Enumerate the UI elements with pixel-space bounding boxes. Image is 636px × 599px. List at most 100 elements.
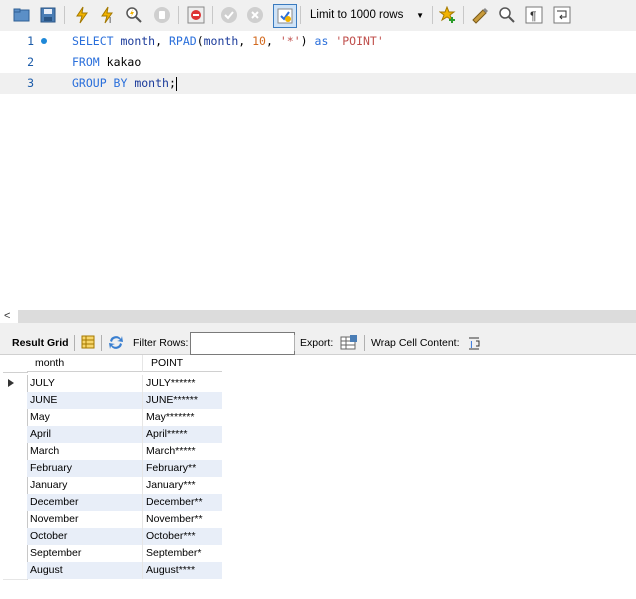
table-cell[interactable]: November <box>27 511 143 528</box>
table-cell[interactable]: February <box>27 460 143 477</box>
current-row-icon <box>8 379 14 387</box>
find-icon[interactable] <box>497 5 517 25</box>
autocommit-icon[interactable] <box>273 4 297 28</box>
table-cell[interactable]: JUNE <box>27 392 143 409</box>
export-label: Export: <box>300 337 334 349</box>
favorite-icon[interactable] <box>438 5 458 25</box>
table-cell[interactable]: October <box>27 528 143 545</box>
table-cell[interactable]: March <box>27 443 143 460</box>
horizontal-scrollbar[interactable] <box>18 310 636 323</box>
table-cell[interactable]: May******* <box>143 409 222 426</box>
code-token: , <box>238 34 246 48</box>
commit-icon[interactable] <box>219 5 239 25</box>
table-cell[interactable]: JUNE****** <box>143 392 222 409</box>
invisible-chars-icon[interactable]: ¶ <box>524 5 544 25</box>
code-token: ) <box>300 34 308 48</box>
table-cell[interactable]: January <box>27 477 143 494</box>
table-cell[interactable]: March***** <box>143 443 222 460</box>
row-selector[interactable] <box>3 494 28 512</box>
svg-text:I: I <box>109 16 111 24</box>
code-token: month <box>134 76 169 90</box>
line-number: 2 <box>27 55 34 69</box>
wrap-cell-icon[interactable]: I <box>467 336 481 353</box>
row-selector[interactable] <box>3 392 28 410</box>
panel-divider[interactable] <box>0 323 636 332</box>
refresh-icon[interactable] <box>108 335 124 353</box>
code-token: as <box>314 34 329 48</box>
row-selector[interactable] <box>3 409 28 427</box>
limit-rows-select[interactable]: Limit to 1000 rows ▼ <box>302 5 428 25</box>
svg-text:¶: ¶ <box>530 9 536 23</box>
execute-current-icon[interactable]: I <box>98 5 118 25</box>
code-token: , <box>265 34 273 48</box>
editor-line: 2 FROM kakao <box>0 52 636 73</box>
code-token: SELECT <box>72 34 114 48</box>
explain-icon[interactable] <box>124 5 144 25</box>
table-cell[interactable]: August <box>27 562 143 579</box>
scroll-left-icon[interactable]: < <box>4 310 10 322</box>
code-token: '*' <box>279 34 301 48</box>
table-cell[interactable]: September <box>27 545 143 562</box>
table-cell[interactable]: October*** <box>143 528 222 545</box>
filter-rows-input[interactable] <box>190 332 295 355</box>
text-cursor <box>175 76 177 91</box>
code-token: GROUP BY <box>72 76 128 90</box>
table-cell[interactable]: November** <box>143 511 222 528</box>
row-selector[interactable] <box>3 460 28 478</box>
code-token: ( <box>196 34 204 48</box>
code-line-2: FROM kakao <box>72 52 141 73</box>
row-header-corner[interactable] <box>3 355 28 373</box>
code-token: , <box>155 34 163 48</box>
table-cell[interactable]: August**** <box>143 562 222 579</box>
code-line-1: SELECT month, RPAD(month, 10, '*') as 'P… <box>72 31 384 52</box>
table-cell[interactable]: September* <box>143 545 222 562</box>
code-token: 10 <box>252 34 266 48</box>
table-cell[interactable]: JULY****** <box>143 375 222 392</box>
open-file-icon[interactable] <box>12 5 32 25</box>
toggle-error-icon[interactable] <box>186 5 206 25</box>
editor-line: 1 SELECT month, RPAD(month, 10, '*') as … <box>0 31 636 52</box>
code-token: ; <box>168 76 176 90</box>
column-header-month[interactable]: month <box>27 355 143 372</box>
row-selector[interactable] <box>3 375 28 393</box>
result-toolbar: Result Grid Filter Rows: Export: Wrap Ce… <box>0 332 636 355</box>
table-cell[interactable]: April <box>27 426 143 443</box>
row-selector[interactable] <box>3 562 28 580</box>
row-selector[interactable] <box>3 545 28 563</box>
row-selector[interactable] <box>3 426 28 444</box>
row-selector[interactable] <box>3 511 28 529</box>
table-cell[interactable]: December <box>27 494 143 511</box>
statement-marker-icon <box>41 38 47 44</box>
row-selector[interactable] <box>3 528 28 546</box>
query-toolbar: I Limit to 1000 rows ▼ ¶ <box>0 0 636 31</box>
beautify-icon[interactable] <box>470 5 490 25</box>
code-token: 'POINT' <box>335 34 384 48</box>
table-cell[interactable]: May <box>27 409 143 426</box>
wrap-icon[interactable] <box>552 5 572 25</box>
code-token: FROM <box>72 55 100 69</box>
chevron-down-icon: ▼ <box>416 11 424 20</box>
limit-rows-label: Limit to 1000 rows <box>310 9 404 21</box>
table-cell[interactable]: February** <box>143 460 222 477</box>
table-cell[interactable]: December** <box>143 494 222 511</box>
code-line-3: GROUP BY month; <box>72 73 177 94</box>
rollback-icon[interactable] <box>245 5 265 25</box>
wrap-cell-label: Wrap Cell Content: <box>371 337 460 349</box>
stop-icon[interactable] <box>152 5 172 25</box>
row-selector[interactable] <box>3 443 28 461</box>
sql-editor[interactable]: 1 SELECT month, RPAD(month, 10, '*') as … <box>0 31 636 308</box>
execute-icon[interactable] <box>72 5 92 25</box>
table-cell[interactable]: JULY <box>27 375 143 392</box>
table-cell[interactable]: April***** <box>143 426 222 443</box>
export-icon[interactable] <box>340 334 358 354</box>
table-cell[interactable]: January*** <box>143 477 222 494</box>
code-token: RPAD <box>168 34 197 48</box>
save-icon[interactable] <box>38 5 58 25</box>
grid-view-icon[interactable] <box>81 335 95 352</box>
column-header-point[interactable]: POINT <box>143 355 222 372</box>
code-token: kakao <box>106 55 142 69</box>
filter-rows-label: Filter Rows: <box>133 337 189 349</box>
row-selector[interactable] <box>3 477 28 495</box>
line-number: 1 <box>27 34 34 48</box>
result-grid-tab[interactable]: Result Grid <box>12 337 69 349</box>
